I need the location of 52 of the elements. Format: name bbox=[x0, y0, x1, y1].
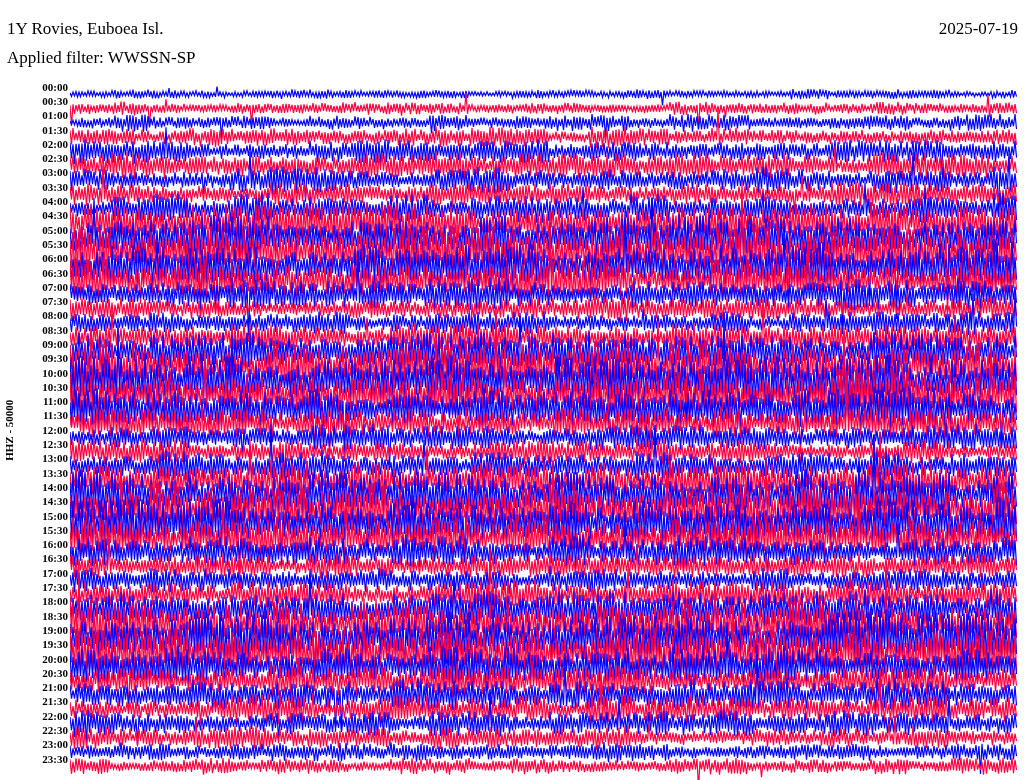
time-label: 04:00 bbox=[42, 196, 68, 207]
time-label: 22:00 bbox=[42, 710, 68, 722]
station-title: 1Y Rovies, Euboea Isl. bbox=[7, 20, 164, 37]
time-label: 19:30 bbox=[42, 639, 68, 651]
time-label: 12:30 bbox=[42, 439, 68, 451]
axis-label: HHZ - 50000 bbox=[2, 399, 17, 461]
time-label: 02:30 bbox=[42, 153, 68, 165]
time-label: 13:30 bbox=[42, 467, 68, 479]
time-label: 06:00 bbox=[42, 253, 68, 265]
time-label: 14:30 bbox=[42, 496, 68, 508]
time-label: 03:00 bbox=[42, 167, 68, 179]
time-label: 17:00 bbox=[42, 567, 68, 579]
time-label: 09:30 bbox=[42, 353, 68, 365]
time-label: 05:00 bbox=[42, 224, 68, 236]
time-label: 11:30 bbox=[42, 410, 68, 422]
time-label: 10:30 bbox=[42, 381, 68, 393]
time-label: 06:30 bbox=[42, 267, 68, 279]
time-label: 16:30 bbox=[42, 553, 68, 565]
time-label: 21:00 bbox=[42, 682, 68, 694]
time-label: 20:00 bbox=[42, 653, 68, 665]
time-label: 19:00 bbox=[42, 624, 68, 636]
time-label: 05:30 bbox=[42, 238, 68, 250]
time-label: 20:30 bbox=[42, 667, 68, 679]
time-label: 07:30 bbox=[42, 296, 68, 308]
time-label: 23:00 bbox=[42, 739, 68, 751]
time-label: 02:00 bbox=[42, 138, 68, 150]
time-label: 15:30 bbox=[42, 524, 68, 536]
time-label: 10:00 bbox=[42, 367, 68, 379]
time-label: 07:00 bbox=[42, 281, 68, 293]
time-label: 13:00 bbox=[42, 453, 68, 465]
time-label: 04:30 bbox=[42, 210, 68, 222]
time-label: 01:00 bbox=[42, 110, 68, 122]
time-label: 22:30 bbox=[42, 725, 68, 736]
time-label: 08:00 bbox=[42, 310, 68, 322]
time-label: 17:30 bbox=[42, 582, 68, 594]
time-label: 08:30 bbox=[42, 324, 68, 336]
date-label: 2025-07-19 bbox=[938, 20, 1018, 37]
time-label: 21:30 bbox=[42, 696, 68, 708]
time-label: 01:30 bbox=[42, 124, 68, 136]
time-label: 14:00 bbox=[42, 481, 68, 493]
time-label: 09:00 bbox=[42, 339, 68, 350]
time-label: 12:00 bbox=[42, 424, 68, 436]
time-label: 03:30 bbox=[42, 181, 68, 193]
time-label: 16:00 bbox=[42, 539, 68, 551]
time-label: 00:30 bbox=[42, 95, 68, 107]
filter-label: Applied filter: WWSSN-SP bbox=[7, 48, 196, 67]
time-label: 00:00 bbox=[42, 81, 68, 93]
time-label: 18:30 bbox=[42, 610, 68, 622]
time-label: 15:00 bbox=[42, 510, 68, 522]
time-label: 11:00 bbox=[42, 396, 68, 408]
time-label: 18:00 bbox=[42, 596, 68, 608]
time-label: 23:30 bbox=[42, 753, 68, 765]
